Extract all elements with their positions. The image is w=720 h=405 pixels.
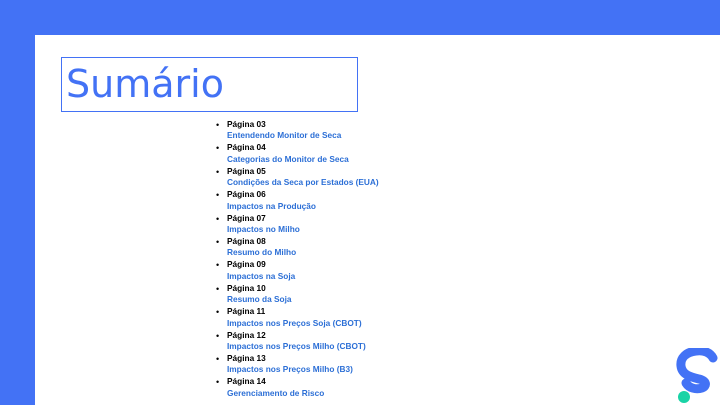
toc-page-label: Página 13: [227, 352, 266, 363]
toc-page-label: Página 09: [227, 259, 266, 270]
bullet-icon: •: [216, 166, 220, 177]
toc-item: • Página 08 Resumo do Milho: [216, 236, 379, 259]
toc-item: • Página 10 Resumo da Soja: [216, 283, 379, 306]
toc-section-link[interactable]: Impactos na Soja: [227, 271, 379, 282]
toc-item: • Página 04 Categorias do Monitor de Seca: [216, 142, 379, 165]
toc-page-label: Página 11: [227, 306, 266, 317]
bullet-icon: •: [216, 143, 220, 154]
bullet-icon: •: [216, 236, 220, 247]
toc-section-link[interactable]: Impactos nos Preços Milho (CBOT): [227, 341, 379, 352]
slide-content: Sumário • Página 03 Entendendo Monitor de …: [35, 35, 720, 405]
toc-section-link[interactable]: Condições da Seca por Estados (EUA): [227, 177, 379, 188]
bullet-icon: •: [216, 120, 220, 130]
toc-page-label: Página 03: [227, 119, 266, 129]
toc-page-label: Página 10: [227, 282, 266, 293]
toc-item: • Página 11 Impactos nos Preços Soja (CBOT…: [216, 306, 379, 329]
toc-item: • Página 13 Impactos nos Preços Milho (B3): [216, 353, 379, 376]
toc-page-label: Página 14: [227, 376, 266, 387]
toc-item: • Página 05 Condições da Seca por Estados …: [216, 166, 379, 189]
toc-item: • Página 12 Impactos nos Preços Milho (CBO…: [216, 330, 379, 353]
toc-section-link[interactable]: Resumo da Soja: [227, 294, 379, 305]
bullet-icon: •: [216, 353, 220, 364]
toc-section-link[interactable]: Resumo do Milho: [227, 247, 379, 258]
toc-item: • Página 03 Entendendo Monitor de Seca: [216, 119, 379, 142]
toc-item: • Página 14 Gerenciamento de Risco: [216, 376, 379, 399]
toc-page-label: Página 08: [227, 235, 266, 246]
page-title: Sumário: [66, 62, 224, 106]
toc-page-label: Página 04: [227, 142, 266, 153]
toc-page-label: Página 05: [227, 165, 266, 176]
bullet-icon: •: [216, 377, 220, 388]
toc-page-label: Página 12: [227, 329, 266, 340]
bullet-icon: •: [216, 307, 220, 318]
bullet-icon: •: [216, 260, 220, 271]
bullet-icon: •: [216, 330, 220, 341]
brand-s-logo-icon: [676, 348, 718, 403]
toc-section-link[interactable]: Impactos no Milho: [227, 224, 379, 235]
toc-item: • Página 07 Impactos no Milho: [216, 213, 379, 236]
bullet-icon: •: [216, 283, 220, 294]
toc-section-link[interactable]: Impactos na Produção: [227, 201, 379, 212]
toc-section-link[interactable]: Impactos nos Preços Soja (CBOT): [227, 318, 379, 329]
toc-page-label: Página 06: [227, 189, 266, 200]
table-of-contents: • Página 03 Entendendo Monitor de Seca • Pá…: [216, 119, 379, 400]
bullet-icon: •: [216, 190, 220, 201]
toc-item: • Página 09 Impactos na Soja: [216, 259, 379, 282]
toc-section-link[interactable]: Gerenciamento de Risco: [227, 388, 379, 399]
toc-page-label: Página 07: [227, 212, 266, 223]
title-box: Sumário: [61, 57, 358, 112]
bullet-icon: •: [216, 213, 220, 224]
toc-item: • Página 06 Impactos na Produção: [216, 189, 379, 212]
toc-section-link[interactable]: Impactos nos Preços Milho (B3): [227, 364, 379, 375]
toc-section-link[interactable]: Categorias do Monitor de Seca: [227, 154, 379, 165]
toc-section-link[interactable]: Entendendo Monitor de Seca: [227, 130, 379, 141]
